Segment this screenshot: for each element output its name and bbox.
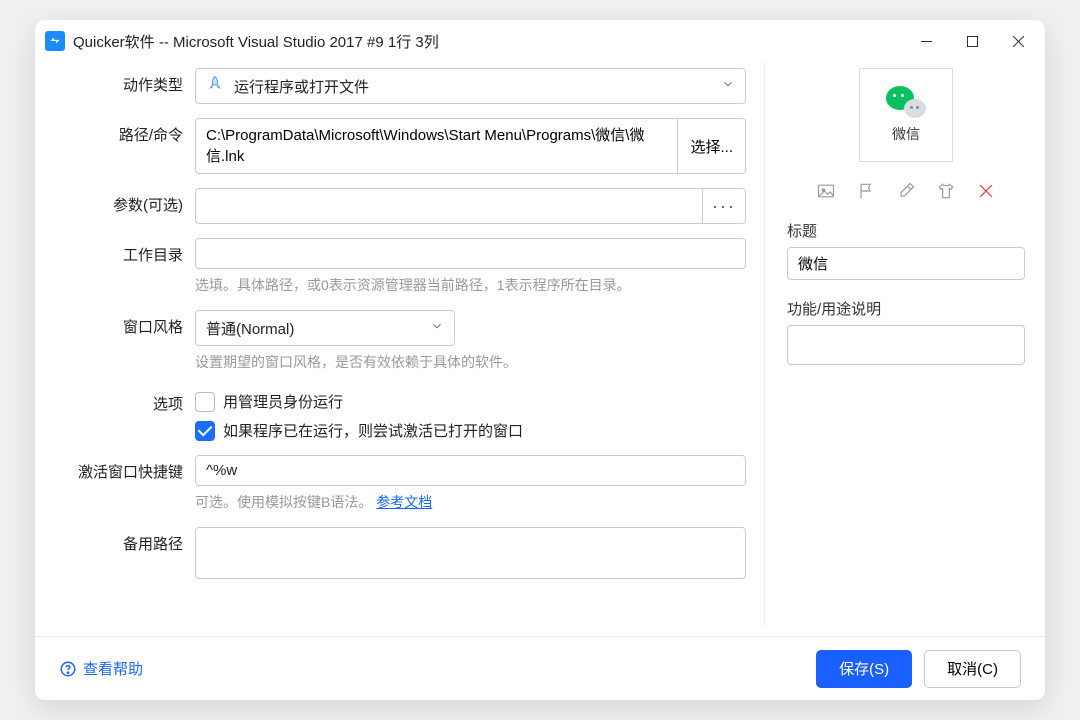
args-more-button[interactable]: ··· (702, 188, 746, 224)
app-window: Quicker软件 -- Microsoft Visual Studio 201… (35, 20, 1045, 700)
hotkey-hint: 可选。使用模拟按键B语法。 参考文档 (195, 492, 746, 513)
path-input[interactable]: C:\ProgramData\Microsoft\Windows\Start M… (195, 118, 677, 174)
alt-path-input[interactable] (195, 527, 746, 579)
activate-existing-label: 如果程序已在运行，则尝试激活已打开的窗口 (223, 420, 523, 441)
window-style-label: 窗口风格 (55, 310, 195, 373)
chevron-down-icon (430, 319, 444, 337)
preview-label: 微信 (892, 124, 920, 144)
window-style-value: 普通(Normal) (206, 318, 294, 339)
titlebar: Quicker软件 -- Microsoft Visual Studio 201… (35, 20, 1045, 62)
app-icon (45, 31, 65, 51)
rocket-icon (206, 75, 224, 97)
cancel-button[interactable]: 取消(C) (924, 650, 1021, 688)
path-label: 路径/命令 (55, 118, 195, 174)
desc-field-label: 功能/用途说明 (787, 298, 1025, 319)
window-style-hint: 设置期望的窗口风格，是否有效依赖于具体的软件。 (195, 352, 746, 373)
action-type-label: 动作类型 (55, 68, 195, 104)
alt-path-label: 备用路径 (55, 527, 195, 582)
eyedropper-icon[interactable] (895, 180, 917, 202)
flag-icon[interactable] (855, 180, 877, 202)
window-title: Quicker软件 -- Microsoft Visual Studio 201… (73, 31, 439, 52)
hotkey-doc-link[interactable]: 参考文档 (376, 494, 432, 510)
image-icon[interactable] (815, 180, 837, 202)
workdir-input[interactable] (195, 238, 746, 269)
maximize-button[interactable] (949, 23, 995, 59)
tshirt-icon[interactable] (935, 180, 957, 202)
args-input[interactable] (195, 188, 702, 224)
minimize-button[interactable] (903, 23, 949, 59)
run-as-admin-checkbox[interactable] (195, 392, 215, 412)
wechat-icon (886, 86, 926, 118)
workdir-label: 工作目录 (55, 238, 195, 296)
main-form: 动作类型 运行程序或打开文件 路径/命令 (55, 62, 765, 626)
workdir-hint: 选填。具体路径，或0表示资源管理器当前路径，1表示程序所在目录。 (195, 275, 746, 296)
action-type-value: 运行程序或打开文件 (234, 76, 369, 97)
delete-icon[interactable] (975, 180, 997, 202)
icon-preview[interactable]: 微信 (859, 68, 953, 162)
side-panel: 微信 标题 功能/用途说明 (765, 62, 1025, 626)
save-button[interactable]: 保存(S) (816, 650, 912, 688)
window-style-select[interactable]: 普通(Normal) (195, 310, 455, 346)
run-as-admin-label: 用管理员身份运行 (223, 391, 343, 412)
hotkey-label: 激活窗口快捷键 (55, 455, 195, 513)
browse-button[interactable]: 选择... (677, 118, 746, 174)
options-label: 选项 (55, 387, 195, 441)
hotkey-input[interactable] (195, 455, 746, 486)
title-field-label: 标题 (787, 220, 1025, 241)
desc-input[interactable] (787, 325, 1025, 365)
help-link[interactable]: 查看帮助 (59, 658, 143, 679)
activate-existing-checkbox[interactable] (195, 421, 215, 441)
action-type-select[interactable]: 运行程序或打开文件 (195, 68, 746, 104)
close-button[interactable] (995, 23, 1041, 59)
chevron-down-icon (721, 77, 735, 95)
title-input[interactable] (787, 247, 1025, 280)
args-label: 参数(可选) (55, 188, 195, 224)
footer: 查看帮助 保存(S) 取消(C) (35, 636, 1045, 700)
